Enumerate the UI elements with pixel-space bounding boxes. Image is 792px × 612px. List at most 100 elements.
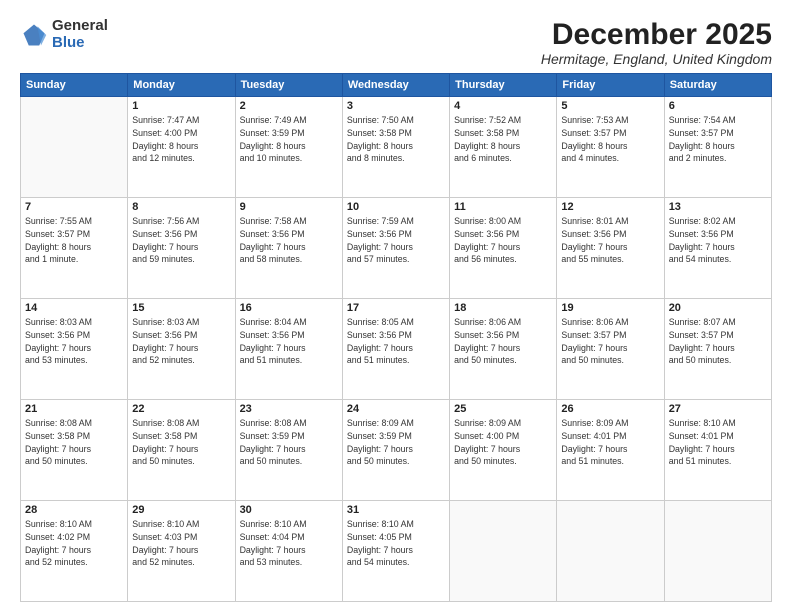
day-number: 19	[561, 302, 659, 314]
day-info: Sunrise: 8:08 AM Sunset: 3:59 PM Dayligh…	[240, 417, 338, 468]
day-info: Sunrise: 8:09 AM Sunset: 4:00 PM Dayligh…	[454, 417, 552, 468]
day-info: Sunrise: 7:56 AM Sunset: 3:56 PM Dayligh…	[132, 215, 230, 266]
day-number: 26	[561, 403, 659, 415]
day-info: Sunrise: 8:10 AM Sunset: 4:05 PM Dayligh…	[347, 518, 445, 569]
day-number: 25	[454, 403, 552, 415]
location: Hermitage, England, United Kingdom	[541, 51, 772, 67]
logo-icon	[20, 21, 48, 49]
day-number: 4	[454, 100, 552, 112]
day-number: 29	[132, 504, 230, 516]
calendar-cell: 5 Sunrise: 7:53 AM Sunset: 3:57 PM Daylig…	[557, 97, 664, 198]
day-info: Sunrise: 7:50 AM Sunset: 3:58 PM Dayligh…	[347, 114, 445, 165]
calendar-cell: 12 Sunrise: 8:01 AM Sunset: 3:56 PM Dayli…	[557, 198, 664, 299]
day-number: 20	[669, 302, 767, 314]
day-info: Sunrise: 8:06 AM Sunset: 3:57 PM Dayligh…	[561, 316, 659, 367]
calendar-cell: 7 Sunrise: 7:55 AM Sunset: 3:57 PM Daylig…	[21, 198, 128, 299]
day-info: Sunrise: 8:10 AM Sunset: 4:01 PM Dayligh…	[669, 417, 767, 468]
day-number: 28	[25, 504, 123, 516]
calendar-cell	[450, 501, 557, 602]
day-info: Sunrise: 8:08 AM Sunset: 3:58 PM Dayligh…	[132, 417, 230, 468]
calendar-cell: 4Sunrise: 7:52 AM Sunset: 3:58 PM Daylig…	[450, 97, 557, 198]
calendar-cell: 17Sunrise: 8:05 AM Sunset: 3:56 PM Dayli…	[342, 299, 449, 400]
calendar-cell: 20 Sunrise: 8:07 AM Sunset: 3:57 PM Dayli…	[664, 299, 771, 400]
calendar-cell: 30Sunrise: 8:10 AM Sunset: 4:04 PM Dayli…	[235, 501, 342, 602]
day-number: 31	[347, 504, 445, 516]
day-info: Sunrise: 8:09 AM Sunset: 3:59 PM Dayligh…	[347, 417, 445, 468]
day-info: Sunrise: 8:05 AM Sunset: 3:56 PM Dayligh…	[347, 316, 445, 367]
day-info: Sunrise: 8:03 AM Sunset: 3:56 PM Dayligh…	[132, 316, 230, 367]
day-info: Sunrise: 8:07 AM Sunset: 3:57 PM Dayligh…	[669, 316, 767, 367]
calendar-cell: 16Sunrise: 8:04 AM Sunset: 3:56 PM Dayli…	[235, 299, 342, 400]
week-row-5: 28 Sunrise: 8:10 AM Sunset: 4:02 PM Dayli…	[21, 501, 772, 602]
day-number: 10	[347, 201, 445, 213]
day-number: 3	[347, 100, 445, 112]
logo: General Blue	[20, 18, 108, 51]
calendar-cell: 9 Sunrise: 7:58 AM Sunset: 3:56 PM Daylig…	[235, 198, 342, 299]
col-thursday: Thursday	[450, 74, 557, 97]
calendar-cell: 31 Sunrise: 8:10 AM Sunset: 4:05 PM Dayli…	[342, 501, 449, 602]
day-number: 16	[240, 302, 338, 314]
page: General Blue December 2025 Hermitage, En…	[0, 0, 792, 612]
calendar-cell: 8Sunrise: 7:56 AM Sunset: 3:56 PM Daylig…	[128, 198, 235, 299]
day-number: 9	[240, 201, 338, 213]
day-number: 30	[240, 504, 338, 516]
calendar-cell: 6 Sunrise: 7:54 AM Sunset: 3:57 PM Daylig…	[664, 97, 771, 198]
day-info: Sunrise: 8:09 AM Sunset: 4:01 PM Dayligh…	[561, 417, 659, 468]
calendar-cell	[664, 501, 771, 602]
day-number: 22	[132, 403, 230, 415]
calendar-cell: 22 Sunrise: 8:08 AM Sunset: 3:58 PM Dayli…	[128, 400, 235, 501]
day-info: Sunrise: 7:47 AM Sunset: 4:00 PM Dayligh…	[132, 114, 230, 165]
calendar-cell: 11Sunrise: 8:00 AM Sunset: 3:56 PM Dayli…	[450, 198, 557, 299]
day-number: 14	[25, 302, 123, 314]
day-number: 24	[347, 403, 445, 415]
calendar-cell: 1 Sunrise: 7:47 AM Sunset: 4:00 PM Daylig…	[128, 97, 235, 198]
week-row-1: 1 Sunrise: 7:47 AM Sunset: 4:00 PM Daylig…	[21, 97, 772, 198]
day-info: Sunrise: 7:53 AM Sunset: 3:57 PM Dayligh…	[561, 114, 659, 165]
calendar-cell: 23 Sunrise: 8:08 AM Sunset: 3:59 PM Dayli…	[235, 400, 342, 501]
calendar-cell	[557, 501, 664, 602]
day-info: Sunrise: 7:55 AM Sunset: 3:57 PM Dayligh…	[25, 215, 123, 266]
calendar-cell: 2 Sunrise: 7:49 AM Sunset: 3:59 PM Daylig…	[235, 97, 342, 198]
day-number: 23	[240, 403, 338, 415]
day-number: 2	[240, 100, 338, 112]
day-number: 5	[561, 100, 659, 112]
day-info: Sunrise: 8:03 AM Sunset: 3:56 PM Dayligh…	[25, 316, 123, 367]
title-block: December 2025 Hermitage, England, United…	[541, 18, 772, 67]
day-info: Sunrise: 7:54 AM Sunset: 3:57 PM Dayligh…	[669, 114, 767, 165]
calendar-cell: 10Sunrise: 7:59 AM Sunset: 3:56 PM Dayli…	[342, 198, 449, 299]
day-number: 13	[669, 201, 767, 213]
day-number: 7	[25, 201, 123, 213]
day-number: 12	[561, 201, 659, 213]
day-number: 27	[669, 403, 767, 415]
day-info: Sunrise: 8:10 AM Sunset: 4:03 PM Dayligh…	[132, 518, 230, 569]
week-row-2: 7 Sunrise: 7:55 AM Sunset: 3:57 PM Daylig…	[21, 198, 772, 299]
day-info: Sunrise: 7:58 AM Sunset: 3:56 PM Dayligh…	[240, 215, 338, 266]
calendar-table: Sunday Monday Tuesday Wednesday Thursday…	[20, 73, 772, 602]
calendar-cell: 24 Sunrise: 8:09 AM Sunset: 3:59 PM Dayli…	[342, 400, 449, 501]
col-monday: Monday	[128, 74, 235, 97]
col-tuesday: Tuesday	[235, 74, 342, 97]
day-info: Sunrise: 8:01 AM Sunset: 3:56 PM Dayligh…	[561, 215, 659, 266]
header-row: Sunday Monday Tuesday Wednesday Thursday…	[21, 74, 772, 97]
day-info: Sunrise: 7:49 AM Sunset: 3:59 PM Dayligh…	[240, 114, 338, 165]
calendar-cell	[21, 97, 128, 198]
header: General Blue December 2025 Hermitage, En…	[20, 18, 772, 67]
day-number: 1	[132, 100, 230, 112]
logo-general-text: General	[52, 18, 108, 35]
day-number: 18	[454, 302, 552, 314]
day-number: 6	[669, 100, 767, 112]
calendar-cell: 27 Sunrise: 8:10 AM Sunset: 4:01 PM Dayli…	[664, 400, 771, 501]
calendar-cell: 19 Sunrise: 8:06 AM Sunset: 3:57 PM Dayli…	[557, 299, 664, 400]
month-title: December 2025	[541, 18, 772, 51]
day-info: Sunrise: 8:02 AM Sunset: 3:56 PM Dayligh…	[669, 215, 767, 266]
week-row-3: 14 Sunrise: 8:03 AM Sunset: 3:56 PM Dayli…	[21, 299, 772, 400]
col-saturday: Saturday	[664, 74, 771, 97]
calendar-cell: 29 Sunrise: 8:10 AM Sunset: 4:03 PM Dayli…	[128, 501, 235, 602]
week-row-4: 21Sunrise: 8:08 AM Sunset: 3:58 PM Dayli…	[21, 400, 772, 501]
day-info: Sunrise: 8:00 AM Sunset: 3:56 PM Dayligh…	[454, 215, 552, 266]
col-friday: Friday	[557, 74, 664, 97]
calendar-cell: 14 Sunrise: 8:03 AM Sunset: 3:56 PM Dayli…	[21, 299, 128, 400]
day-info: Sunrise: 8:10 AM Sunset: 4:02 PM Dayligh…	[25, 518, 123, 569]
day-info: Sunrise: 8:08 AM Sunset: 3:58 PM Dayligh…	[25, 417, 123, 468]
calendar-cell: 26 Sunrise: 8:09 AM Sunset: 4:01 PM Dayli…	[557, 400, 664, 501]
